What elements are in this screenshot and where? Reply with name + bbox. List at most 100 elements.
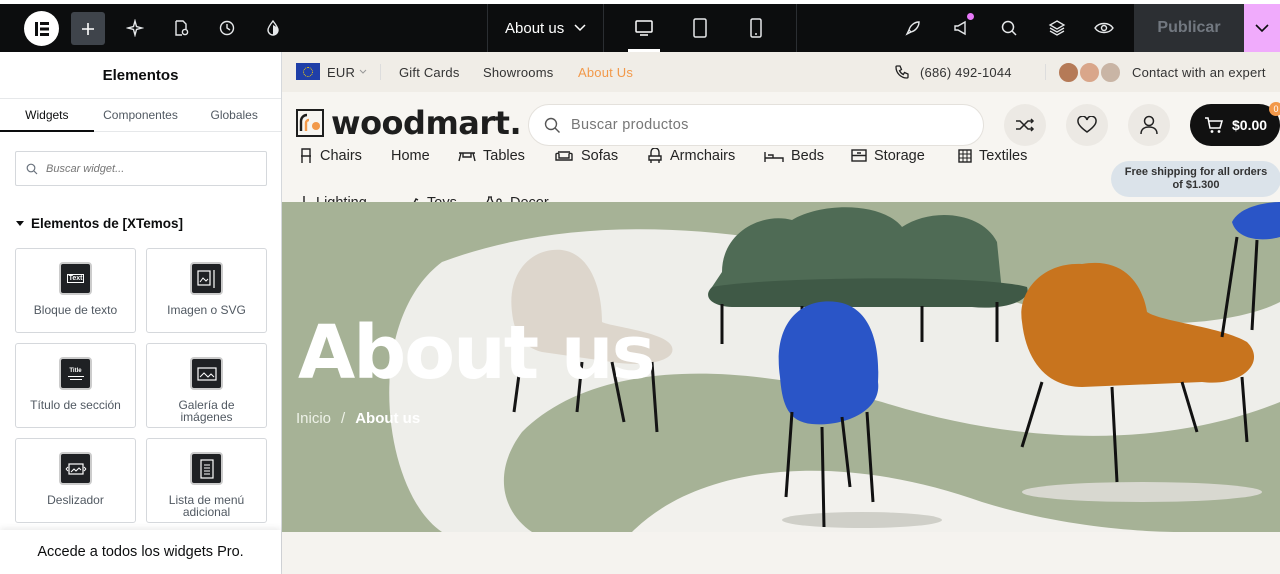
search-button[interactable] (986, 4, 1032, 52)
breadcrumb: Inicio / About us (296, 410, 420, 427)
shipping-line-2: of $1.300 (1172, 179, 1220, 191)
divider (603, 4, 604, 52)
mobile-icon (750, 18, 762, 38)
nav-item-textiles[interactable]: Textiles (958, 145, 1027, 167)
elementor-logo-icon[interactable] (24, 11, 59, 46)
phone-number: (686) 492-1044 (920, 64, 1012, 80)
user-icon (1140, 115, 1158, 135)
shuffle-icon (1016, 118, 1035, 132)
publish-options-button[interactable] (1244, 4, 1280, 52)
ai-sparkle-button[interactable] (112, 4, 158, 52)
textile-icon (958, 149, 972, 163)
widget-search-input[interactable] (46, 162, 246, 175)
account-button[interactable] (1128, 104, 1170, 146)
pro-promo-banner[interactable]: Accede a todos los widgets Pro. (0, 530, 281, 574)
widget-extra-menu-list[interactable]: Lista de menú adicional (146, 438, 267, 523)
nav-item-tables[interactable]: Tables (458, 145, 525, 167)
compare-button[interactable] (1004, 104, 1046, 146)
section-title: Elementos de [XTemos] (31, 216, 184, 231)
theme-style-button[interactable] (250, 4, 296, 52)
breadcrumb-separator: / (341, 410, 346, 427)
editor-top-bar: About us Publicar (0, 4, 1280, 52)
phone-link[interactable]: (686) 492-1044 (894, 52, 1012, 92)
utility-bar: EUR Gift Cards Showrooms About Us (686) … (282, 52, 1280, 92)
widget-image-svg[interactable]: Imagen o SVG (146, 248, 267, 333)
panel-tabs: Widgets Componentes Globales (0, 99, 281, 132)
cart-button[interactable]: $0.00 (1190, 104, 1280, 146)
publish-button[interactable]: Publicar (1134, 4, 1244, 52)
nav-item-storage[interactable]: Storage (851, 145, 925, 167)
breadcrumb-current: About us (355, 410, 421, 427)
widget-label: Lista de menú adicional (168, 493, 245, 519)
widget-slider[interactable]: Deslizador (15, 438, 136, 523)
panel-title: Elementos (0, 52, 281, 99)
currency-label: EUR (327, 64, 356, 80)
nav-item-sofas[interactable]: Sofas (554, 145, 618, 167)
notifications-button[interactable] (938, 4, 984, 52)
image-svg-icon (190, 262, 223, 295)
widget-text-block[interactable]: Text Bloque de texto (15, 248, 136, 333)
product-search-placeholder: Buscar productos (571, 117, 689, 133)
preview-button[interactable] (1081, 4, 1127, 52)
hero-title: About us (298, 310, 656, 396)
tab-widgets[interactable]: Widgets (0, 99, 94, 132)
widgets-panel: Elementos Widgets Componentes Globales E… (0, 52, 282, 574)
section-toggle-xtemos[interactable]: Elementos de [XTemos] (16, 216, 183, 231)
widget-section-title[interactable]: Title Título de sección (15, 343, 136, 428)
cart-count-badge: 0 (1269, 102, 1280, 116)
chevron-down-icon (359, 69, 367, 74)
nav-item-armchairs[interactable]: Armchairs (647, 145, 735, 167)
nav-item-chairs[interactable]: Chairs (299, 145, 362, 167)
widget-label: Título de sección (30, 398, 121, 412)
caret-down-icon (16, 221, 24, 226)
storage-icon (851, 149, 867, 162)
notification-dot (967, 13, 974, 20)
table-icon (458, 152, 476, 162)
ai-sparkle-icon (126, 19, 144, 37)
device-tablet-button[interactable] (672, 4, 728, 52)
section-title-icon: Title (59, 357, 92, 390)
theme-style-icon (267, 19, 279, 36)
nav-label: Armchairs (670, 148, 736, 164)
util-link-gift-cards[interactable]: Gift Cards (399, 52, 460, 92)
nav-item-beds[interactable]: Beds (764, 145, 824, 167)
heart-icon (1077, 116, 1097, 133)
image-gallery-icon (190, 357, 223, 390)
breadcrumb-home[interactable]: Inicio (296, 410, 331, 427)
page-preview: EUR Gift Cards Showrooms About Us (686) … (282, 52, 1280, 574)
tab-globales[interactable]: Globales (187, 99, 281, 131)
woodmart-logo-icon (296, 109, 324, 137)
nav-label: Storage (874, 148, 925, 164)
nav-label: Beds (791, 148, 825, 164)
chair-icon (301, 148, 311, 163)
tab-componentes[interactable]: Componentes (94, 99, 188, 131)
widget-image-gallery[interactable]: Galería de imágenes (146, 343, 267, 428)
history-button[interactable] (204, 4, 250, 52)
device-desktop-button[interactable] (616, 4, 672, 52)
page-select-dropdown[interactable]: About us (488, 4, 603, 52)
currency-switcher[interactable]: EUR (327, 52, 367, 92)
nav-label: Textiles (979, 148, 1028, 164)
util-link-showrooms[interactable]: Showrooms (483, 52, 553, 92)
launch-button[interactable] (890, 4, 936, 52)
widget-search-box (15, 151, 267, 186)
wishlist-button[interactable] (1066, 104, 1108, 146)
add-element-button[interactable] (71, 12, 105, 45)
chevron-down-icon (1255, 23, 1269, 32)
util-link-about-us[interactable]: About Us (578, 52, 633, 92)
contact-expert-link[interactable]: Contact with an expert (1132, 52, 1266, 92)
nav-label: Chairs (320, 148, 362, 164)
site-settings-button[interactable] (158, 4, 204, 52)
site-logo[interactable]: woodmart. (296, 104, 522, 142)
avatar (1058, 62, 1079, 83)
nav-item-home[interactable]: Home (391, 145, 430, 167)
cart-icon (1205, 117, 1223, 133)
product-search-box[interactable]: Buscar productos (528, 104, 984, 146)
device-mobile-button[interactable] (728, 4, 784, 52)
search-icon (544, 117, 560, 133)
history-icon (219, 20, 235, 36)
structure-button[interactable] (1034, 4, 1080, 52)
eu-flag-icon (296, 63, 320, 80)
shipping-line-1: Free shipping for all orders (1124, 166, 1268, 178)
add-icon (82, 22, 94, 35)
